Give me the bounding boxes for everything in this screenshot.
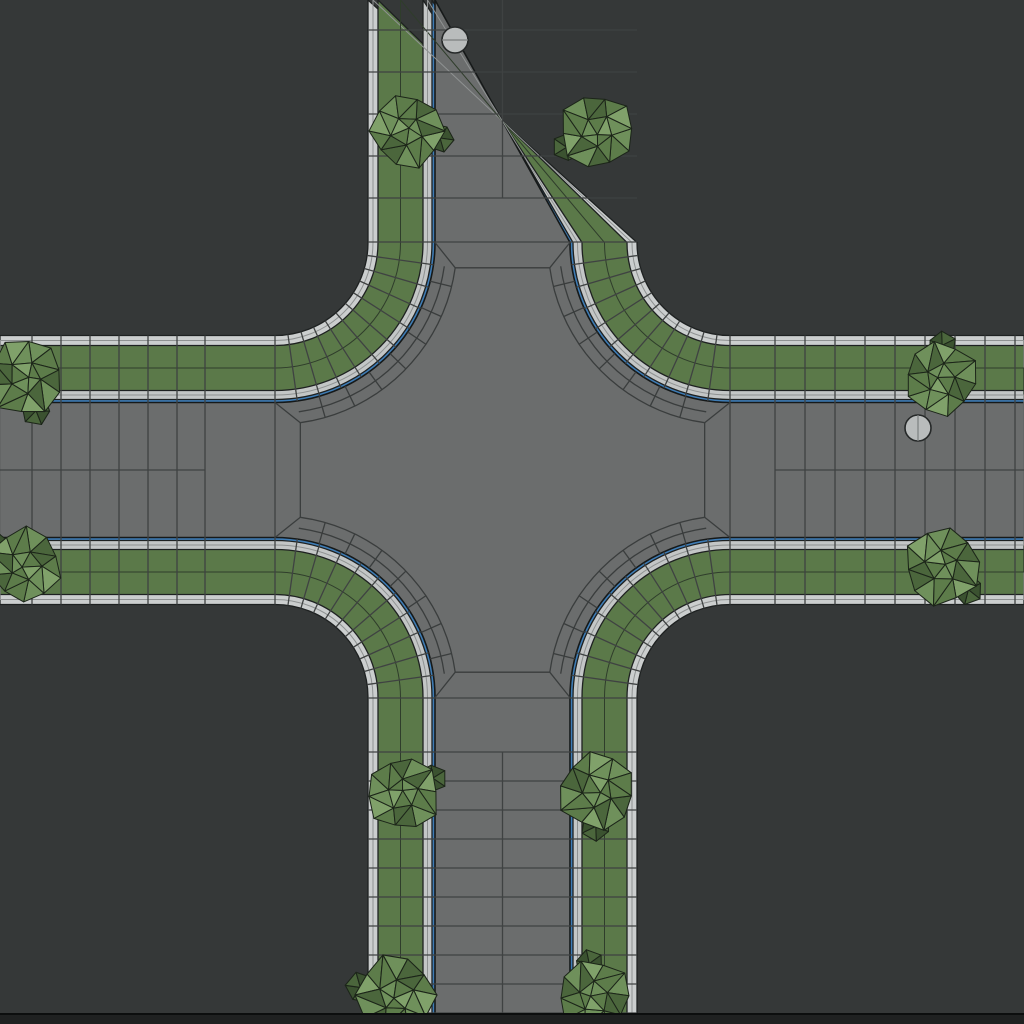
street-lamp-object[interactable] [905,415,931,441]
street-lamp-object[interactable] [442,27,468,53]
viewport-canvas[interactable] [0,0,1024,1024]
blender-3d-viewport[interactable] [0,0,1024,1024]
